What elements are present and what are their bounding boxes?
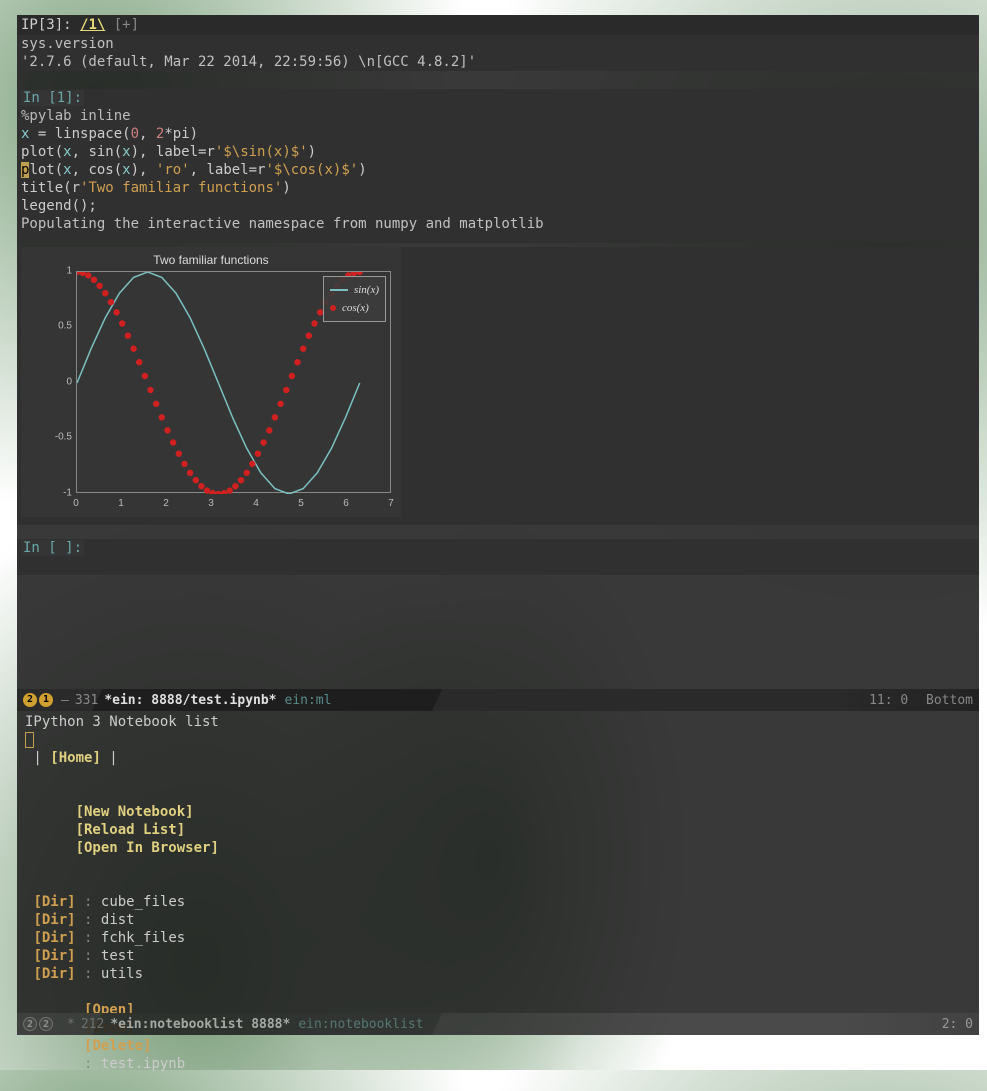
cell-prompt: In [1]: (17, 89, 979, 107)
chart-title: Two familiar functions (21, 247, 401, 267)
code-line[interactable]: x = linspace(0, 2*pi) (17, 125, 979, 143)
dir-link[interactable]: [Dir] (33, 894, 75, 910)
output-line: Populating the interactive namespace fro… (17, 215, 979, 233)
notebook-pane: IP[3]: /1\ [+] sys.version '2.7.6 (defau… (17, 15, 979, 689)
xtick: 6 (343, 498, 349, 509)
delete-file-button[interactable]: [Delete] (84, 1038, 151, 1054)
code-line[interactable]: title(r'Two familiar functions') (17, 179, 979, 197)
xtick: 1 (118, 498, 124, 509)
dir-name[interactable]: cube_files (101, 894, 185, 910)
plot-axes: sin(x) cos(x) (76, 271, 391, 493)
buffer-name[interactable]: *ein: 8888/test.ipynb* (104, 693, 276, 708)
legend-label: sin(x) (354, 284, 379, 296)
list-item: [Dir] : cube_files (21, 893, 975, 911)
ytick: 0.5 (46, 321, 72, 332)
list-item: [Dir] : test (21, 947, 975, 965)
modeline-bottom: 2 2 * 212 *ein:notebooklist 8888* ein:no… (17, 1013, 979, 1035)
list-item: [Dir] : utils (21, 965, 975, 983)
xtick: 5 (298, 498, 304, 509)
scroll-pos: Bottom (926, 693, 973, 708)
xtick: 4 (253, 498, 259, 509)
open-browser-button[interactable]: [Open In Browser] (76, 840, 219, 856)
kernel-indicator: IP[3]: (21, 17, 72, 33)
dir-name[interactable]: test (101, 948, 135, 964)
xtick: 3 (208, 498, 214, 509)
ytick: -0.5 (46, 432, 72, 443)
list-item: [Dir] : dist (21, 911, 975, 929)
major-mode: ein:notebooklist (298, 1017, 423, 1032)
output-line: '2.7.6 (default, Mar 22 2014, 22:59:56) … (17, 53, 979, 71)
ytick: -1 (46, 488, 72, 499)
new-notebook-button[interactable]: [New Notebook] (76, 804, 194, 820)
code-line[interactable]: plot(x, sin(x), label=r'$\sin(x)$') (17, 143, 979, 161)
code-line[interactable]: %pylab inline (17, 107, 979, 125)
list-item: [Dir] : fchk_files (21, 929, 975, 947)
line-col: 2: 0 (942, 1017, 973, 1032)
plot-output: Two familiar functions 1 0.5 0 -0.5 -1 0… (21, 247, 401, 517)
modeline-sep: — (61, 693, 69, 708)
tab-bar: IP[3]: /1\ [+] (17, 15, 979, 35)
ytick: 1 (46, 266, 72, 277)
window-badge[interactable]: 1 (39, 693, 53, 707)
home-link[interactable]: [Home] (50, 750, 101, 766)
legend-dot-icon (330, 305, 336, 311)
breadcrumb: | [Home] | (21, 749, 975, 767)
code-line[interactable]: legend(); (17, 197, 979, 215)
window-badge[interactable]: 2 (39, 1017, 53, 1031)
dir-name[interactable]: dist (101, 912, 135, 928)
dir-name[interactable]: utils (101, 966, 143, 982)
legend-line-icon (330, 289, 348, 291)
workspace-badge[interactable]: 2 (23, 1017, 37, 1031)
dir-link[interactable]: [Dir] (33, 930, 75, 946)
cursor (25, 732, 34, 748)
dir-name[interactable]: fchk_files (101, 930, 185, 946)
empty-cell[interactable] (17, 557, 979, 575)
workspace-badge[interactable]: 2 (23, 693, 37, 707)
xtick: 7 (388, 498, 394, 509)
list-item: [Open] [Stop] [Delete] : test.ipynb (21, 983, 975, 1091)
xtick: 0 (73, 498, 79, 509)
modified-indicator: * (67, 1017, 75, 1032)
buffer-name[interactable]: *ein:notebooklist 8888* (110, 1017, 290, 1032)
modeline-top: 2 1 — 331 *ein: 8888/test.ipynb* ein:ml … (17, 689, 979, 711)
tab-add[interactable]: [+] (114, 17, 139, 33)
legend-label: cos(x) (342, 302, 369, 314)
line-col: 11: 0 (869, 693, 908, 708)
output-line: sys.version (17, 35, 979, 53)
modeline-line: 212 (81, 1017, 104, 1032)
tab-current[interactable]: /1\ (80, 17, 105, 33)
xtick: 2 (163, 498, 169, 509)
notebooklist-title: IPython 3 Notebook list (21, 713, 975, 731)
cell-prompt[interactable]: In [ ]: (17, 539, 979, 557)
ytick: 0 (46, 377, 72, 388)
code-line[interactable]: plot(x, cos(x), 'ro', label=r'$\cos(x)$'… (17, 161, 979, 179)
dir-link[interactable]: [Dir] (33, 966, 75, 982)
modeline-line: 331 (75, 693, 98, 708)
dir-link[interactable]: [Dir] (33, 948, 75, 964)
notebooklist-pane: IPython 3 Notebook list | [Home] | [New … (17, 711, 979, 1013)
dir-link[interactable]: [Dir] (33, 912, 75, 928)
legend: sin(x) cos(x) (323, 276, 386, 322)
reload-list-button[interactable]: [Reload List] (76, 822, 186, 838)
major-mode: ein:ml (285, 693, 332, 708)
